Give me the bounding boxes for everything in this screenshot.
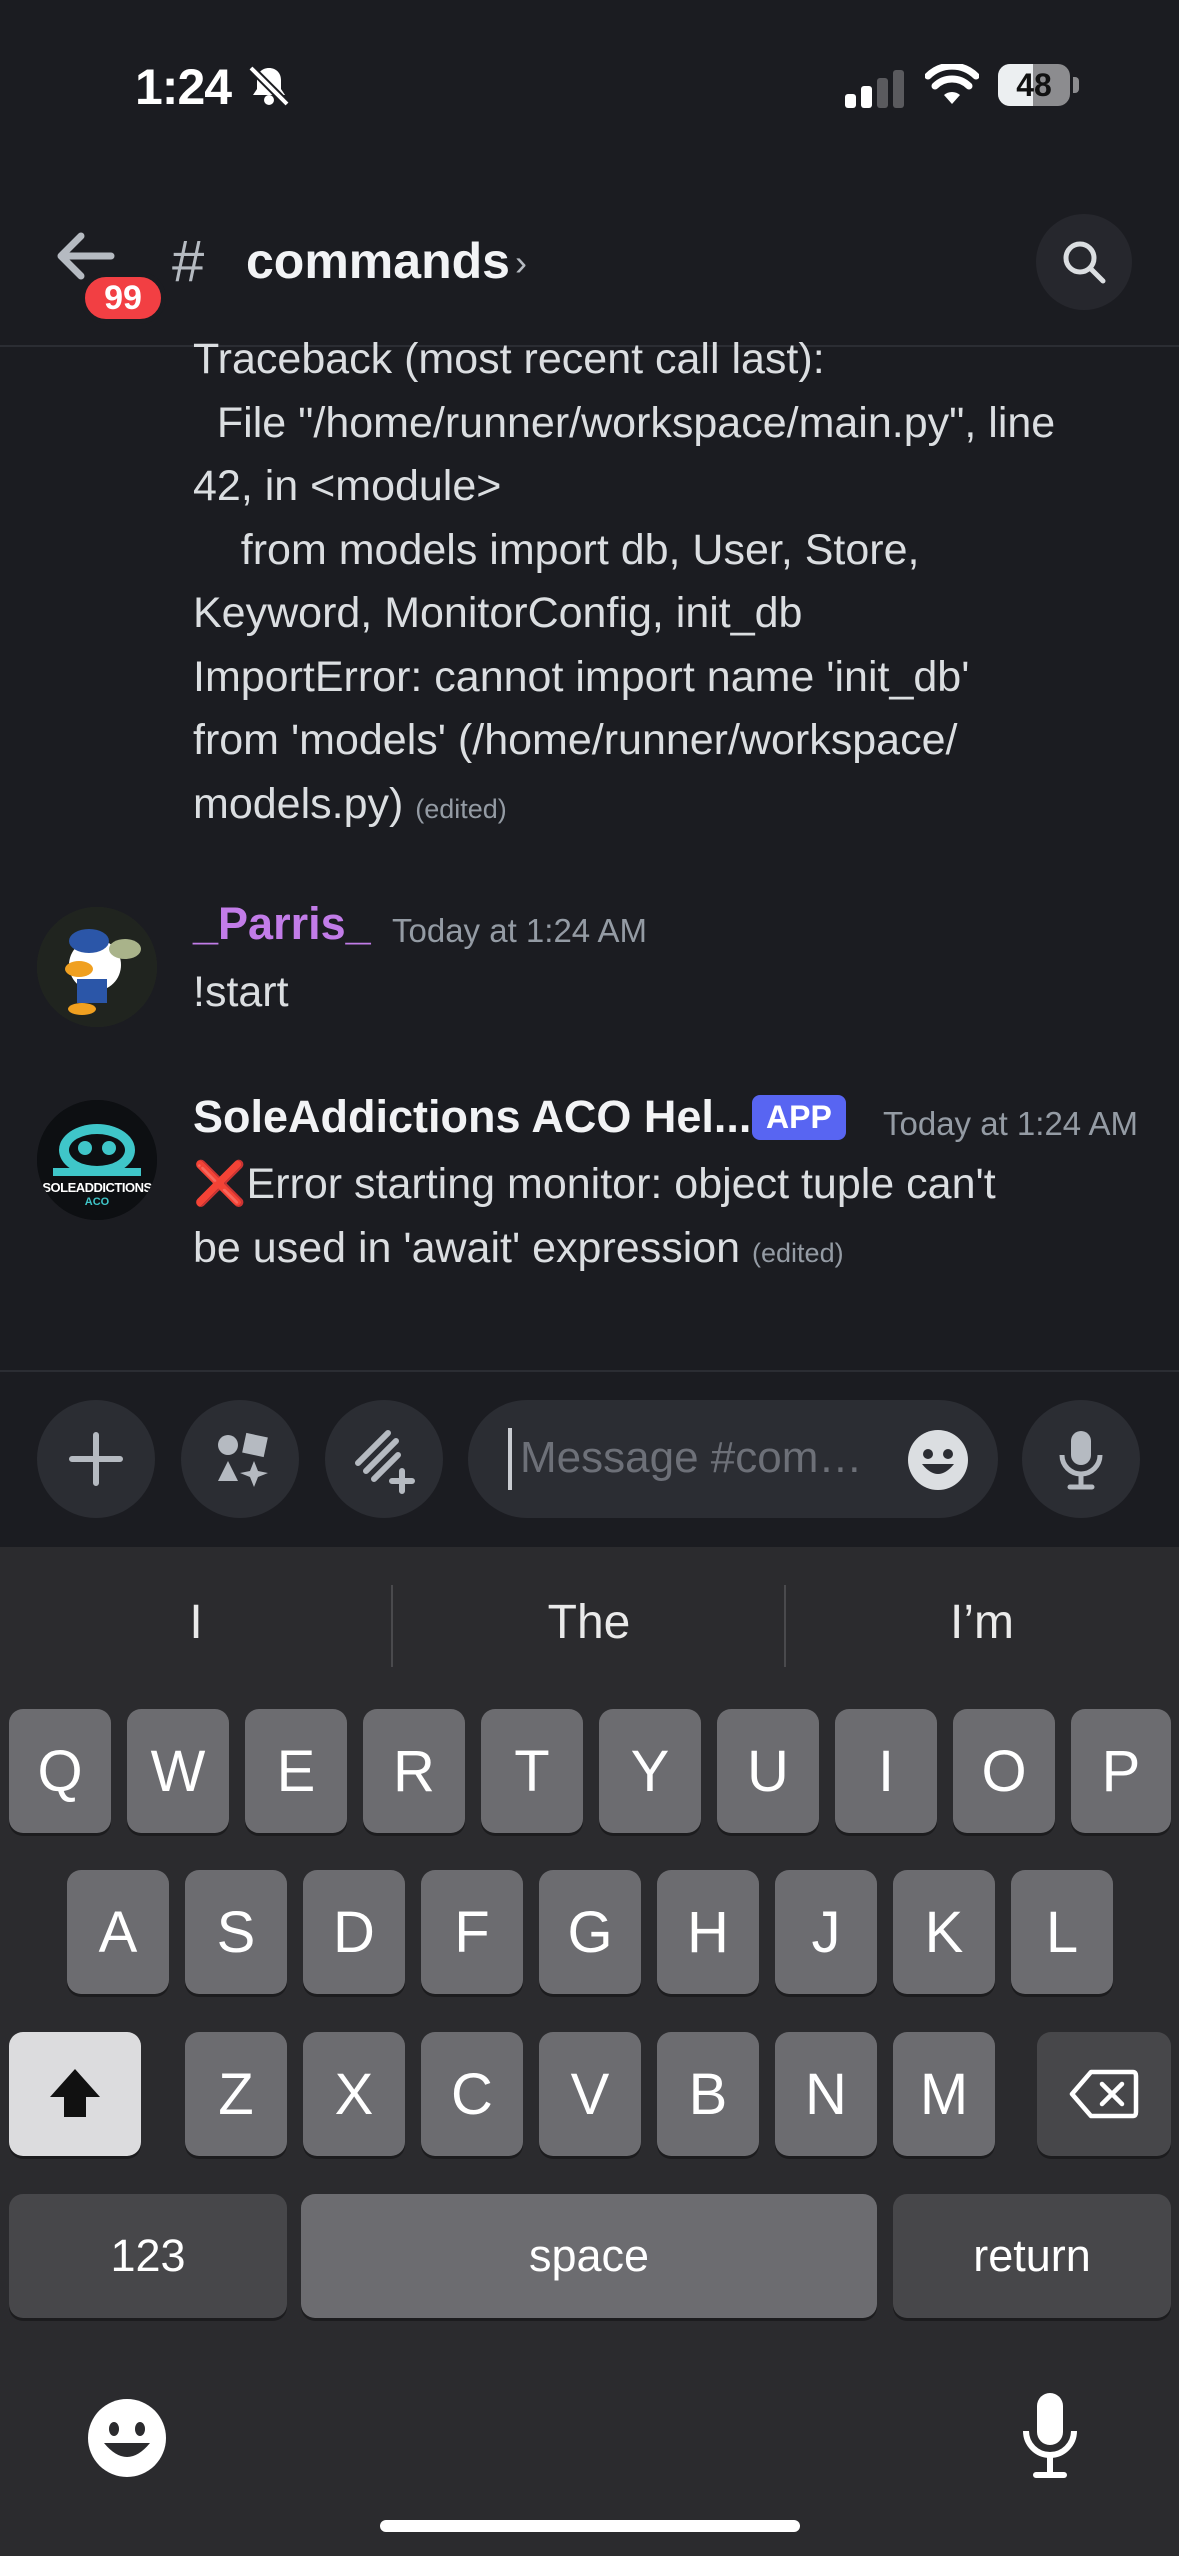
key-w[interactable]: W: [127, 1709, 229, 1833]
key-l[interactable]: L: [1011, 1870, 1113, 1994]
message-line: File "/home/runner/workspace/main.py", l…: [193, 398, 1056, 447]
suggestion-3[interactable]: I’m: [786, 1595, 1178, 1665]
message-timestamp: Today at 1:24 AM: [392, 912, 647, 949]
emoji-icon[interactable]: [906, 1428, 970, 1492]
key-c[interactable]: C: [421, 2032, 523, 2156]
key-e[interactable]: E: [245, 1709, 347, 1833]
bot-logo-text: SOLEADDICTIONS: [42, 1180, 152, 1195]
edited-label: (edited): [415, 793, 507, 824]
search-button[interactable]: [1036, 214, 1132, 310]
key-h[interactable]: H: [657, 1870, 759, 1994]
message-line: ImportError: cannot import name 'init_db…: [193, 652, 970, 701]
key-z[interactable]: Z: [185, 2032, 287, 2156]
delete-key[interactable]: [1037, 2032, 1171, 2156]
space-key[interactable]: space: [301, 2194, 877, 2318]
key-x[interactable]: X: [303, 2032, 405, 2156]
message-author[interactable]: _Parris_: [193, 898, 371, 950]
key-i[interactable]: I: [835, 1709, 937, 1833]
cellular-signal-icon: [845, 70, 904, 108]
plus-icon: [69, 1432, 123, 1486]
numbers-key[interactable]: 123: [9, 2194, 287, 2318]
message-line: Keyword, MonitorConfig, init_db: [193, 589, 803, 637]
channel-name[interactable]: commands: [246, 232, 510, 290]
text-caret: [508, 1428, 512, 1490]
message-traceback: Traceback (most recent call last): File …: [193, 328, 1153, 841]
search-icon: [1063, 241, 1106, 284]
app-tag: APP: [752, 1095, 846, 1140]
key-s[interactable]: S: [185, 1870, 287, 1994]
emoji-keyboard-icon[interactable]: [86, 2397, 168, 2479]
apps-button[interactable]: [181, 1400, 299, 1518]
status-time: 1:24: [135, 59, 232, 115]
message-line: 42, in <module>: [193, 462, 502, 510]
message-line: from models import db, User, Store,: [193, 525, 920, 574]
key-j[interactable]: J: [775, 1870, 877, 1994]
bot-avatar[interactable]: SOLEADDICTIONS ACO: [37, 1100, 157, 1220]
key-f[interactable]: F: [421, 1870, 523, 1994]
key-o[interactable]: O: [953, 1709, 1055, 1833]
shift-key[interactable]: [9, 2032, 141, 2156]
key-u[interactable]: U: [717, 1709, 819, 1833]
message-line: Error starting monitor: object tuple can…: [246, 1160, 996, 1208]
key-y[interactable]: Y: [599, 1709, 701, 1833]
slash-command-icon: [355, 1430, 415, 1494]
key-q[interactable]: Q: [9, 1709, 111, 1833]
shift-arrow-icon: [50, 2069, 100, 2117]
key-b[interactable]: B: [657, 2032, 759, 2156]
home-indicator: [380, 2520, 800, 2532]
suggestion-2[interactable]: The: [393, 1595, 785, 1665]
key-r[interactable]: R: [363, 1709, 465, 1833]
author-name[interactable]: _Parris_: [193, 898, 371, 949]
message-line: from 'models' (/home/runner/workspace/: [193, 716, 958, 764]
key-d[interactable]: D: [303, 1870, 405, 1994]
suggestion-1[interactable]: I: [0, 1595, 392, 1665]
chevron-right-icon[interactable]: ›: [515, 242, 527, 284]
cross-mark-emoji: ❌: [193, 1160, 247, 1208]
avatar[interactable]: [37, 907, 157, 1027]
bell-slash-icon: [248, 65, 290, 107]
message-text: ❌Error starting monitor: object tuple ca…: [193, 1153, 1153, 1285]
key-v[interactable]: V: [539, 2032, 641, 2156]
battery-level: 48: [1016, 67, 1052, 103]
hash-icon: #: [172, 229, 205, 294]
message-timestamp: Today at 1:24 AM: [883, 1105, 1138, 1142]
composer-divider: [0, 1370, 1179, 1372]
key-a[interactable]: A: [67, 1870, 169, 1994]
microphone-icon: [1059, 1431, 1103, 1490]
message-line: be used in 'await' expression: [193, 1223, 741, 1272]
dictation-microphone-icon[interactable]: [1020, 2389, 1080, 2483]
attach-button[interactable]: [37, 1400, 155, 1518]
message-text: !start: [193, 968, 289, 1016]
voice-message-button[interactable]: [1022, 1400, 1140, 1518]
apps-icon: [218, 1432, 268, 1487]
message-line: Traceback (most recent call last):: [193, 335, 825, 383]
key-k[interactable]: K: [893, 1870, 995, 1994]
keyboard: I The I’m Q W E R T Y U I O P A S D F G …: [0, 1547, 1179, 2556]
unread-badge: 99: [80, 272, 166, 324]
duck-avatar-icon: [37, 907, 157, 1027]
key-m[interactable]: M: [893, 2032, 995, 2156]
edited-label: (edited): [752, 1237, 844, 1268]
battery-indicator: 48: [998, 64, 1080, 106]
bot-logo-subtext: ACO: [84, 1196, 110, 1208]
message-input[interactable]: Message #commands: [468, 1400, 998, 1518]
key-p[interactable]: P: [1071, 1709, 1171, 1833]
sticker-button[interactable]: [325, 1400, 443, 1518]
message-line: models.py): [193, 779, 404, 828]
key-g[interactable]: G: [539, 1870, 641, 1994]
key-n[interactable]: N: [775, 2032, 877, 2156]
backspace-icon: [1069, 2069, 1139, 2119]
return-key[interactable]: return: [893, 2194, 1171, 2318]
message-placeholder: Message #commands: [520, 1433, 880, 1482]
wifi-icon: [925, 64, 979, 104]
bot-author-name[interactable]: SoleAddictions ACO Hel...: [193, 1091, 751, 1143]
key-t[interactable]: T: [481, 1709, 583, 1833]
